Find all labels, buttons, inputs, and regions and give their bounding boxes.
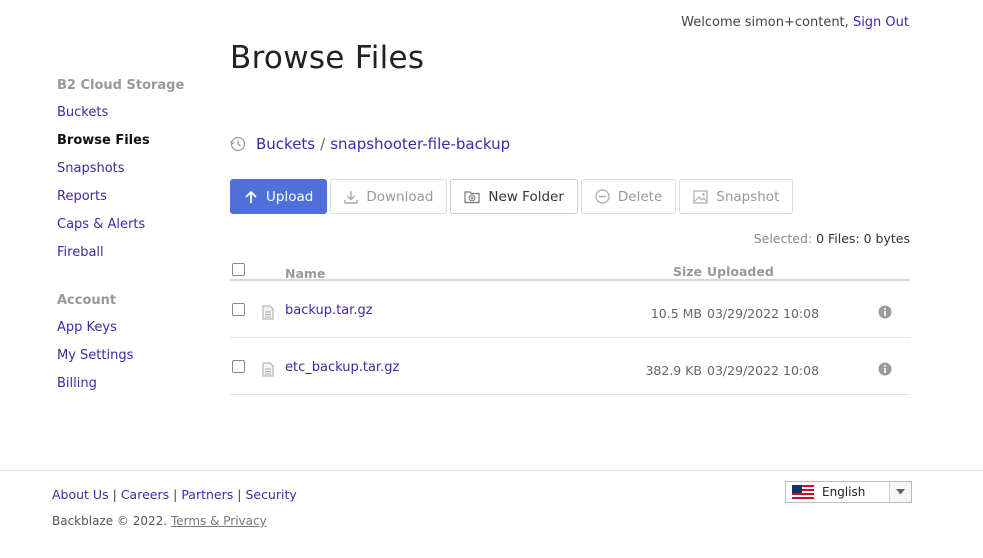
- sidebar-item-app-keys[interactable]: App Keys: [57, 318, 217, 346]
- chevron-down-icon: [896, 489, 905, 495]
- file-size: 382.9 KB: [645, 363, 702, 378]
- language-select[interactable]: English: [785, 481, 912, 503]
- image-icon: [693, 189, 708, 204]
- toolbar: Upload Download New Folder Delete Snapsh…: [230, 179, 796, 214]
- sidebar-item-snapshots[interactable]: Snapshots: [57, 159, 217, 187]
- copyright-text: Backblaze © 2022.: [52, 514, 168, 528]
- upload-button[interactable]: Upload: [230, 179, 328, 214]
- welcome-text: Welcome simon+content,: [681, 15, 849, 30]
- file-uploaded-date: 03/29/2022 10:08: [707, 306, 820, 321]
- row-checkbox[interactable]: [232, 360, 245, 373]
- footer-divider: [0, 470, 983, 471]
- download-button-label: Download: [366, 188, 434, 205]
- sidebar-item-caps-alerts[interactable]: Caps & Alerts: [57, 215, 217, 243]
- download-icon: [344, 190, 359, 204]
- table-row[interactable]: backup.tar.gz 10.5 MB 03/29/2022 10:08: [230, 281, 910, 338]
- footer-link-partners[interactable]: Partners: [181, 487, 233, 502]
- file-name-link[interactable]: etc_backup.tar.gz: [285, 360, 399, 375]
- footer-link-about-us[interactable]: About Us: [52, 487, 109, 502]
- breadcrumb-buckets-link[interactable]: Buckets: [256, 135, 315, 153]
- column-header-name[interactable]: Name: [285, 266, 325, 281]
- file-uploaded-date: 03/29/2022 10:08: [707, 363, 820, 378]
- us-flag-icon: [792, 485, 814, 499]
- new-folder-button-label: New Folder: [488, 188, 564, 205]
- selection-value: 0 Files: 0 bytes: [816, 231, 910, 246]
- file-name-link[interactable]: backup.tar.gz: [285, 303, 373, 318]
- sidebar-item-billing[interactable]: Billing: [57, 374, 217, 402]
- terms-privacy-link[interactable]: Terms & Privacy: [171, 514, 267, 528]
- column-header-size[interactable]: Size: [673, 264, 702, 279]
- sidebar-item-reports[interactable]: Reports: [57, 187, 217, 215]
- breadcrumb-separator: /: [320, 135, 326, 153]
- new-folder-button[interactable]: New Folder: [450, 179, 578, 214]
- folder-add-icon: [464, 190, 481, 203]
- column-header-uploaded[interactable]: Uploaded: [707, 264, 774, 279]
- welcome-bar: Welcome simon+content, Sign Out: [681, 15, 909, 30]
- sidebar-item-my-settings[interactable]: My Settings: [57, 346, 217, 374]
- file-icon: [262, 305, 274, 320]
- sidebar-item-browse-files[interactable]: Browse Files: [57, 131, 217, 159]
- main-content: Browse Files Buckets / snapshooter-file-…: [230, 40, 910, 395]
- history-icon[interactable]: [230, 136, 246, 152]
- breadcrumb-current-bucket[interactable]: snapshooter-file-backup: [330, 135, 510, 153]
- footer-links: About Us | Careers | Partners | Security: [52, 487, 297, 502]
- selection-summary: Selected: 0 Files: 0 bytes: [754, 231, 910, 246]
- sidebar-section-account: Account: [57, 293, 117, 308]
- select-all-checkbox[interactable]: [232, 263, 245, 276]
- info-icon[interactable]: [878, 362, 892, 376]
- row-checkbox[interactable]: [232, 303, 245, 316]
- table-row[interactable]: etc_backup.tar.gz 382.9 KB 03/29/2022 10…: [230, 338, 910, 395]
- sign-out-link[interactable]: Sign Out: [853, 15, 909, 30]
- breadcrumb: Buckets / snapshooter-file-backup: [230, 135, 510, 153]
- page-title: Browse Files: [230, 40, 425, 76]
- file-size: 10.5 MB: [650, 306, 702, 321]
- sidebar-item-buckets[interactable]: Buckets: [57, 103, 217, 131]
- minus-circle-icon: [595, 189, 610, 204]
- file-icon: [262, 362, 274, 377]
- language-dropdown-toggle[interactable]: [889, 482, 911, 502]
- copyright: Backblaze © 2022. Terms & Privacy: [52, 514, 267, 528]
- snapshot-button[interactable]: Snapshot: [679, 179, 794, 214]
- snapshot-button-label: Snapshot: [716, 188, 780, 205]
- arrow-up-icon: [245, 190, 257, 203]
- footer-link-security[interactable]: Security: [246, 487, 297, 502]
- upload-button-label: Upload: [266, 188, 314, 205]
- delete-button[interactable]: Delete: [580, 179, 677, 214]
- sidebar: B2 Cloud Storage Buckets Browse Files Sn…: [57, 78, 217, 402]
- delete-button-label: Delete: [617, 188, 663, 205]
- language-value: English: [822, 485, 866, 499]
- info-icon[interactable]: [878, 305, 892, 319]
- files-table: Name Size Uploaded backup.tar.gz 10.5 MB…: [230, 258, 910, 395]
- sidebar-section-b2: B2 Cloud Storage: [57, 78, 185, 93]
- selection-label: Selected:: [753, 231, 813, 246]
- sidebar-item-fireball[interactable]: Fireball: [57, 243, 217, 271]
- download-button[interactable]: Download: [330, 179, 448, 214]
- footer-link-careers[interactable]: Careers: [121, 487, 169, 502]
- table-header: Name Size Uploaded: [230, 258, 910, 281]
